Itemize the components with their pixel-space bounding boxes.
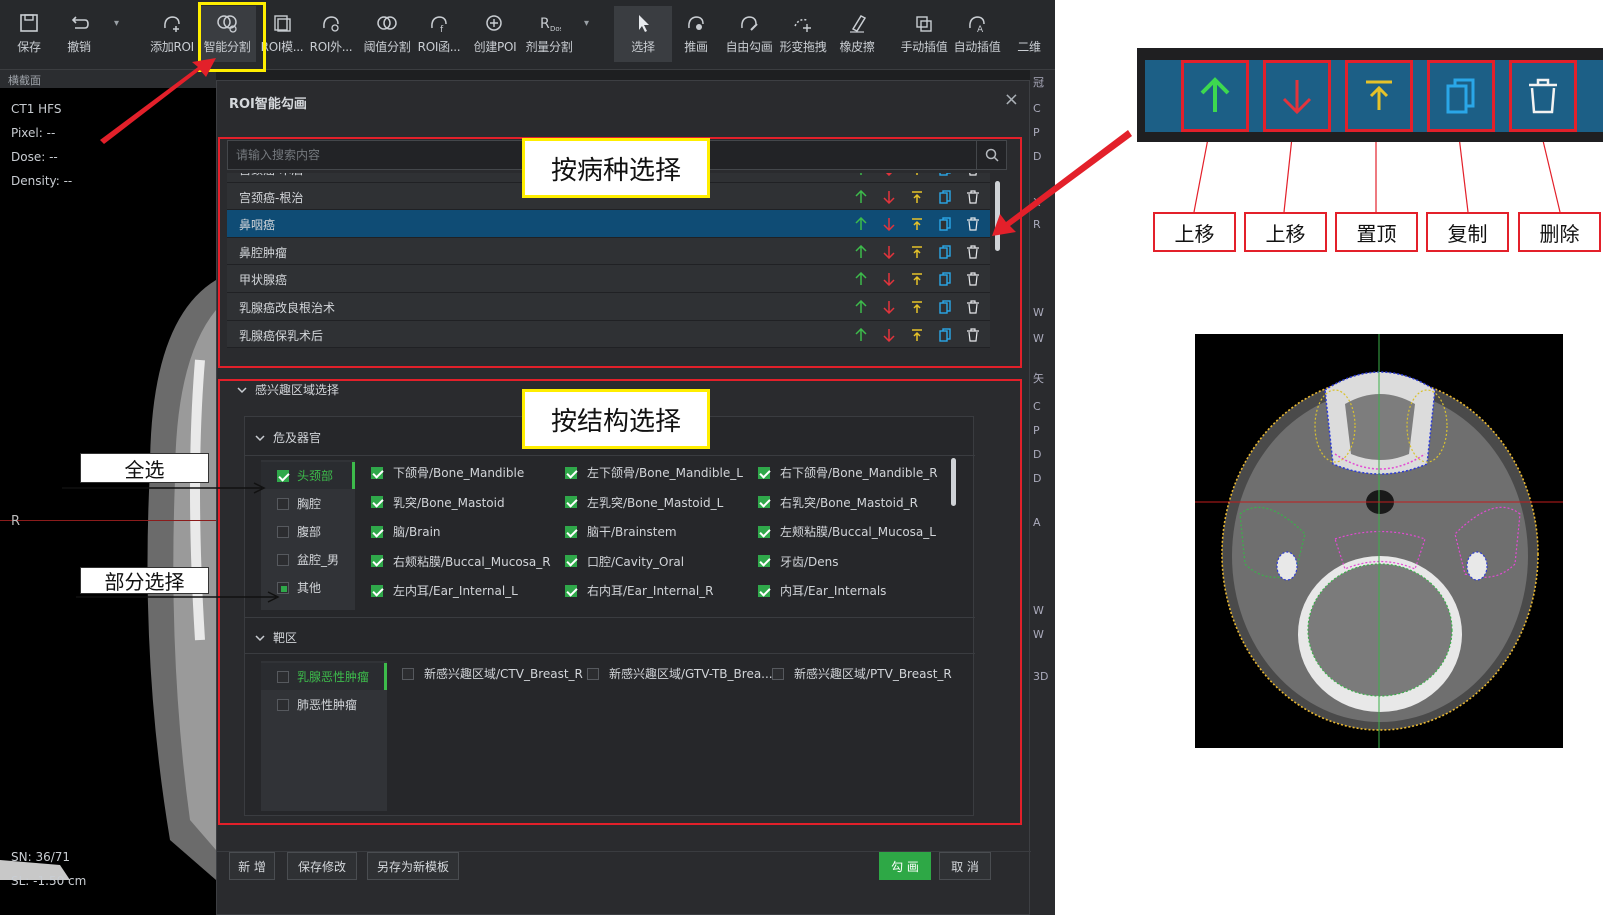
zoom-top-button [1345, 60, 1413, 132]
zoom-label-delete: 删除 [1518, 212, 1601, 252]
arrow-up-icon [1200, 77, 1230, 112]
ct-slice-with-contours [1195, 334, 1563, 748]
ct-contour-image [1195, 334, 1563, 748]
zoom-delete-button [1509, 60, 1577, 132]
zoom-label-move-up: 上移 [1153, 212, 1236, 252]
arrow-down-icon [1282, 80, 1312, 115]
zoomed-action-bar [1137, 48, 1603, 142]
move-top-icon [1366, 80, 1392, 110]
copy-icon [1446, 78, 1475, 114]
zoom-move-up-button [1181, 60, 1249, 132]
zoom-label-move-down: 上移 [1244, 212, 1327, 252]
zoom-label-copy: 复制 [1426, 212, 1509, 252]
zoom-label-top: 置顶 [1335, 212, 1418, 252]
zoom-copy-button [1427, 60, 1495, 132]
zoom-move-down-button [1263, 60, 1331, 132]
trash-icon [1529, 78, 1557, 114]
screenshot-root: 保存 撤销 ▾ 添加ROI 智能分割 ROI模... ROI外... 阈值分割 … [0, 0, 1603, 915]
